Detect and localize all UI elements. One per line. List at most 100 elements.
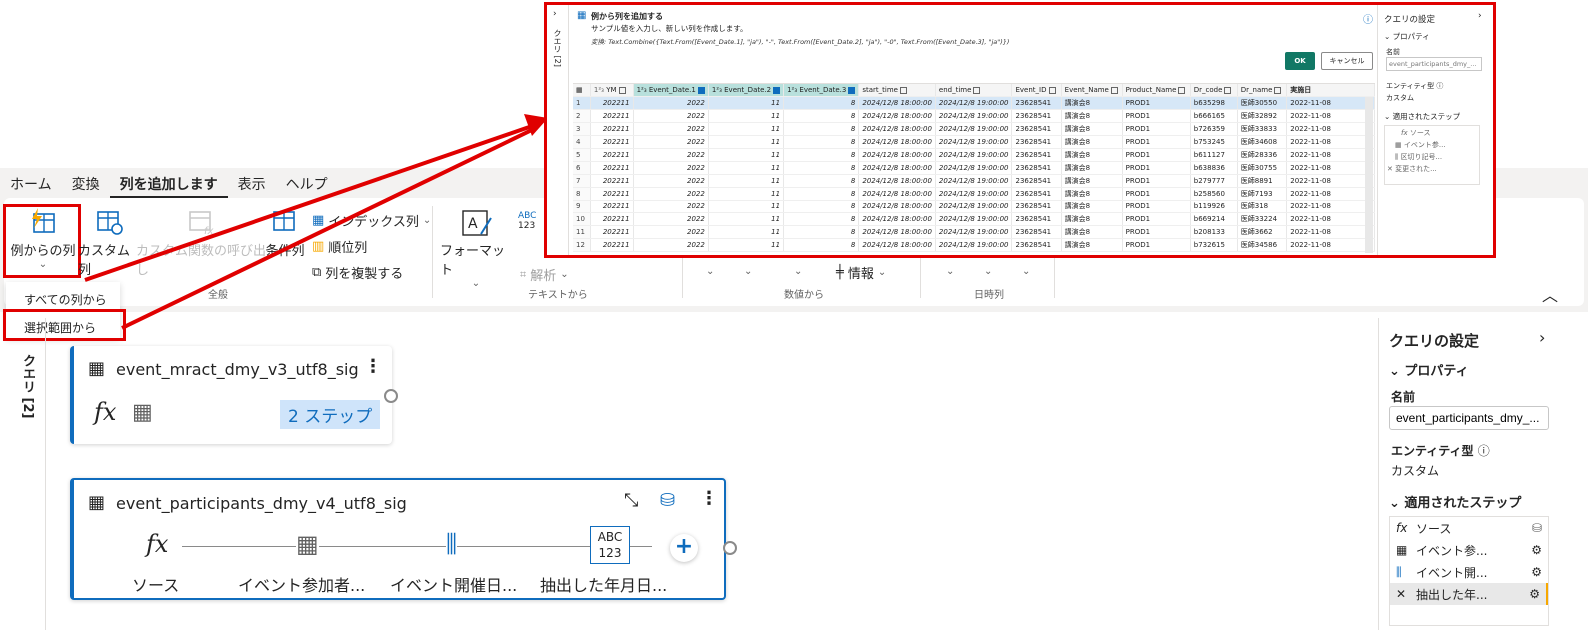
column-header-event-date-3[interactable]: 1²₃ Event_Date.3 bbox=[783, 84, 860, 98]
output-connector[interactable] bbox=[384, 389, 398, 403]
collapse-icon[interactable]: ⤡ bbox=[624, 490, 638, 511]
table-cell[interactable]: 2022-11-08 bbox=[1286, 161, 1375, 175]
column-header-event-name[interactable]: Event_Name bbox=[1061, 84, 1123, 98]
ok-button[interactable]: OK bbox=[1285, 52, 1315, 70]
query-card-title: event_mract_dmy_v3_utf8_sig bbox=[116, 360, 359, 379]
column-checkbox[interactable] bbox=[773, 86, 781, 94]
split-column-icon[interactable]: ⫼ bbox=[446, 530, 458, 558]
column-checkbox[interactable] bbox=[1274, 86, 1282, 94]
column-checkbox[interactable] bbox=[973, 86, 981, 94]
column-checkbox[interactable] bbox=[1224, 86, 1232, 94]
column-checkbox[interactable] bbox=[1110, 86, 1118, 94]
column-checkbox[interactable] bbox=[618, 86, 626, 94]
table-row[interactable]: 4 202211 2022 11 8 2024/12/8 18:00:00 2024/12/… bbox=[573, 135, 1375, 149]
dialog-name-input[interactable]: event_participants_dmy_... bbox=[1386, 57, 1482, 71]
column-checkbox[interactable] bbox=[697, 86, 705, 94]
data-destination-icon[interactable]: ⛁ bbox=[660, 490, 675, 511]
gear-icon[interactable]: ⚙ bbox=[1531, 565, 1542, 579]
fx-icon[interactable]: fx bbox=[146, 530, 169, 558]
table-scrollbar[interactable] bbox=[1365, 97, 1373, 253]
table-cell[interactable]: 2022-11-08 bbox=[1286, 174, 1375, 188]
query-name-input[interactable] bbox=[1389, 406, 1549, 430]
info-icon[interactable]: ⓘ bbox=[1436, 82, 1443, 90]
table-cell: 講演会8 bbox=[1061, 200, 1123, 214]
column-header-start-time[interactable]: start_time bbox=[858, 84, 936, 98]
delete-step-icon[interactable]: ✕ bbox=[1396, 587, 1412, 601]
table-row[interactable]: 3 202211 2022 11 8 2024/12/8 18:00:00 2024/12/… bbox=[573, 122, 1375, 137]
table-row[interactable]: 1 202211 2022 11 8 2024/12/8 18:00:00 2024/12/… bbox=[573, 96, 1375, 111]
dialog-step[interactable]: ▦ イベント参... bbox=[1385, 139, 1479, 151]
steps-badge[interactable]: 2 ステップ bbox=[280, 400, 381, 429]
column-checkbox[interactable] bbox=[899, 86, 907, 94]
column-header-product-name[interactable]: Product_Name bbox=[1122, 84, 1191, 98]
table-icon[interactable]: ▦ bbox=[296, 530, 319, 558]
table-row[interactable]: 12 202211 2022 11 8 2024/12/8 18:00:00 2024/12… bbox=[573, 238, 1375, 253]
dialog-step[interactable]: ⫼ 区切り記号... bbox=[1385, 151, 1479, 163]
applied-step-extracted[interactable]: ✕ 抽出した年... ⚙ bbox=[1390, 583, 1548, 605]
column-header-end-time[interactable]: end_time bbox=[935, 84, 1013, 98]
properties-header[interactable]: ⌄ プロパティ bbox=[1389, 360, 1469, 379]
output-connector[interactable] bbox=[723, 541, 737, 555]
column-header-event-date-2[interactable]: 1²₃ Event_Date.2 bbox=[708, 84, 785, 98]
table-cell: PROD1 bbox=[1122, 238, 1191, 253]
table-cell[interactable]: 2022-11-08 bbox=[1286, 238, 1375, 253]
gear-icon[interactable]: ⚙ bbox=[1531, 543, 1542, 557]
table-cell[interactable]: 2022-11-08 bbox=[1286, 148, 1375, 162]
table-cell[interactable]: 2022-11-08 bbox=[1286, 212, 1375, 227]
table-cell[interactable]: 2022-11-08 bbox=[1286, 122, 1375, 137]
entity-type-text: エンティティ型 bbox=[1391, 444, 1474, 458]
applied-steps-header[interactable]: ⌄ 適用されたステップ bbox=[1389, 492, 1521, 511]
column-header-event-date-1[interactable]: 1²₃ Event_Date.1 bbox=[633, 84, 709, 98]
dialog-step[interactable]: ✕ 変更された... bbox=[1385, 163, 1479, 175]
gear-icon[interactable]: ⚙ bbox=[1529, 587, 1540, 601]
add-step-button[interactable]: + bbox=[670, 534, 698, 562]
preview-table-body: 1 202211 2022 11 8 2024/12/8 18:00:00 2024/12/… bbox=[573, 96, 1375, 253]
table-row[interactable]: 7 202211 2022 11 8 2024/12/8 18:00:00 2024/12/… bbox=[573, 174, 1375, 188]
table-row[interactable]: 9 202211 2022 11 8 2024/12/8 18:00:00 2024/12/… bbox=[573, 200, 1375, 214]
column-checkbox[interactable] bbox=[1178, 86, 1186, 94]
column-header-dr-code[interactable]: Dr_code bbox=[1190, 84, 1238, 98]
chevron-right-icon[interactable]: › bbox=[1539, 328, 1545, 347]
table-cell: 2022 bbox=[633, 174, 709, 188]
table-select-all-icon[interactable]: ▦ bbox=[573, 84, 591, 98]
chevron-right-icon[interactable]: › bbox=[1478, 11, 1482, 21]
query-card-event-mract[interactable]: ▦ event_mract_dmy_v3_utf8_sig ⋮ fx ▦ 2 ス… bbox=[70, 346, 392, 444]
split-column-icon: ⫼ bbox=[1396, 564, 1402, 579]
column-header-ym[interactable]: 1²₃ YM bbox=[590, 84, 634, 98]
table-cell[interactable]: 2022-11-08 bbox=[1286, 200, 1375, 214]
help-icon[interactable]: ⓘ bbox=[1363, 11, 1373, 26]
applied-step-participants[interactable]: ▦ イベント参... ⚙ bbox=[1390, 539, 1548, 561]
table-row[interactable]: 2 202211 2022 11 8 2024/12/8 18:00:00 2024/12/… bbox=[573, 109, 1375, 124]
table-cell[interactable]: 2022-11-08 bbox=[1286, 109, 1375, 124]
column-checkbox[interactable] bbox=[848, 86, 856, 94]
more-options-icon[interactable]: ⋮ bbox=[700, 488, 718, 509]
table-cell[interactable]: 2022-11-08 bbox=[1286, 135, 1375, 149]
chevron-right-icon[interactable]: › bbox=[553, 9, 568, 19]
applied-step-event-date[interactable]: ⫼ イベント開... ⚙ bbox=[1390, 561, 1548, 583]
step-settings-icon[interactable]: ⛁ bbox=[1532, 521, 1542, 535]
more-options-icon[interactable]: ⋮ bbox=[364, 356, 382, 377]
table-cell[interactable]: 2022-11-08 bbox=[1286, 187, 1375, 201]
abc-123-icon[interactable]: ABC 123 bbox=[590, 526, 630, 564]
dialog-applied-header[interactable]: ⌄ 適用されたステップ bbox=[1384, 111, 1460, 122]
info-icon[interactable]: ⓘ bbox=[1478, 444, 1490, 458]
cancel-button[interactable]: キャンセル bbox=[1321, 52, 1373, 70]
column-checkbox[interactable] bbox=[1048, 86, 1056, 94]
dialog-query-settings: クエリの設定 › ⌄ プロパティ 名前 event_participants_d… bbox=[1377, 5, 1493, 255]
queries-pane[interactable]: クエリ [2] bbox=[12, 318, 46, 630]
query-card-event-participants[interactable]: ▦ event_participants_dmy_v4_utf8_sig ⤡ ⛁… bbox=[70, 478, 726, 600]
table-row[interactable]: 8 202211 2022 11 8 2024/12/8 18:00:00 2024/12/… bbox=[573, 187, 1375, 201]
table-row[interactable]: 10 202211 2022 11 8 2024/12/8 18:00:00 2024/12… bbox=[573, 212, 1375, 227]
table-cell[interactable]: 2022-11-08 bbox=[1286, 225, 1375, 240]
table-row[interactable]: 5 202211 2022 11 8 2024/12/8 18:00:00 2024/12/… bbox=[573, 148, 1375, 162]
dialog-properties-header[interactable]: ⌄ プロパティ bbox=[1384, 31, 1430, 42]
table-row[interactable]: 6 202211 2022 11 8 2024/12/8 18:00:00 2024/12/… bbox=[573, 161, 1375, 175]
table-row[interactable]: 11 202211 2022 11 8 2024/12/8 18:00:00 2024/12… bbox=[573, 225, 1375, 240]
applied-step-source[interactable]: fx ソース ⛁ bbox=[1390, 517, 1548, 539]
table-cell: 2022 bbox=[633, 109, 709, 124]
table-cell[interactable]: 2022-11-08 bbox=[1286, 96, 1375, 111]
dialog-step[interactable]: fx ソース bbox=[1385, 126, 1479, 139]
column-header-new-column[interactable]: 実施日 bbox=[1286, 84, 1375, 98]
column-header-dr-name[interactable]: Dr_name bbox=[1237, 84, 1288, 98]
column-header-event-id[interactable]: Event_ID bbox=[1011, 84, 1062, 98]
